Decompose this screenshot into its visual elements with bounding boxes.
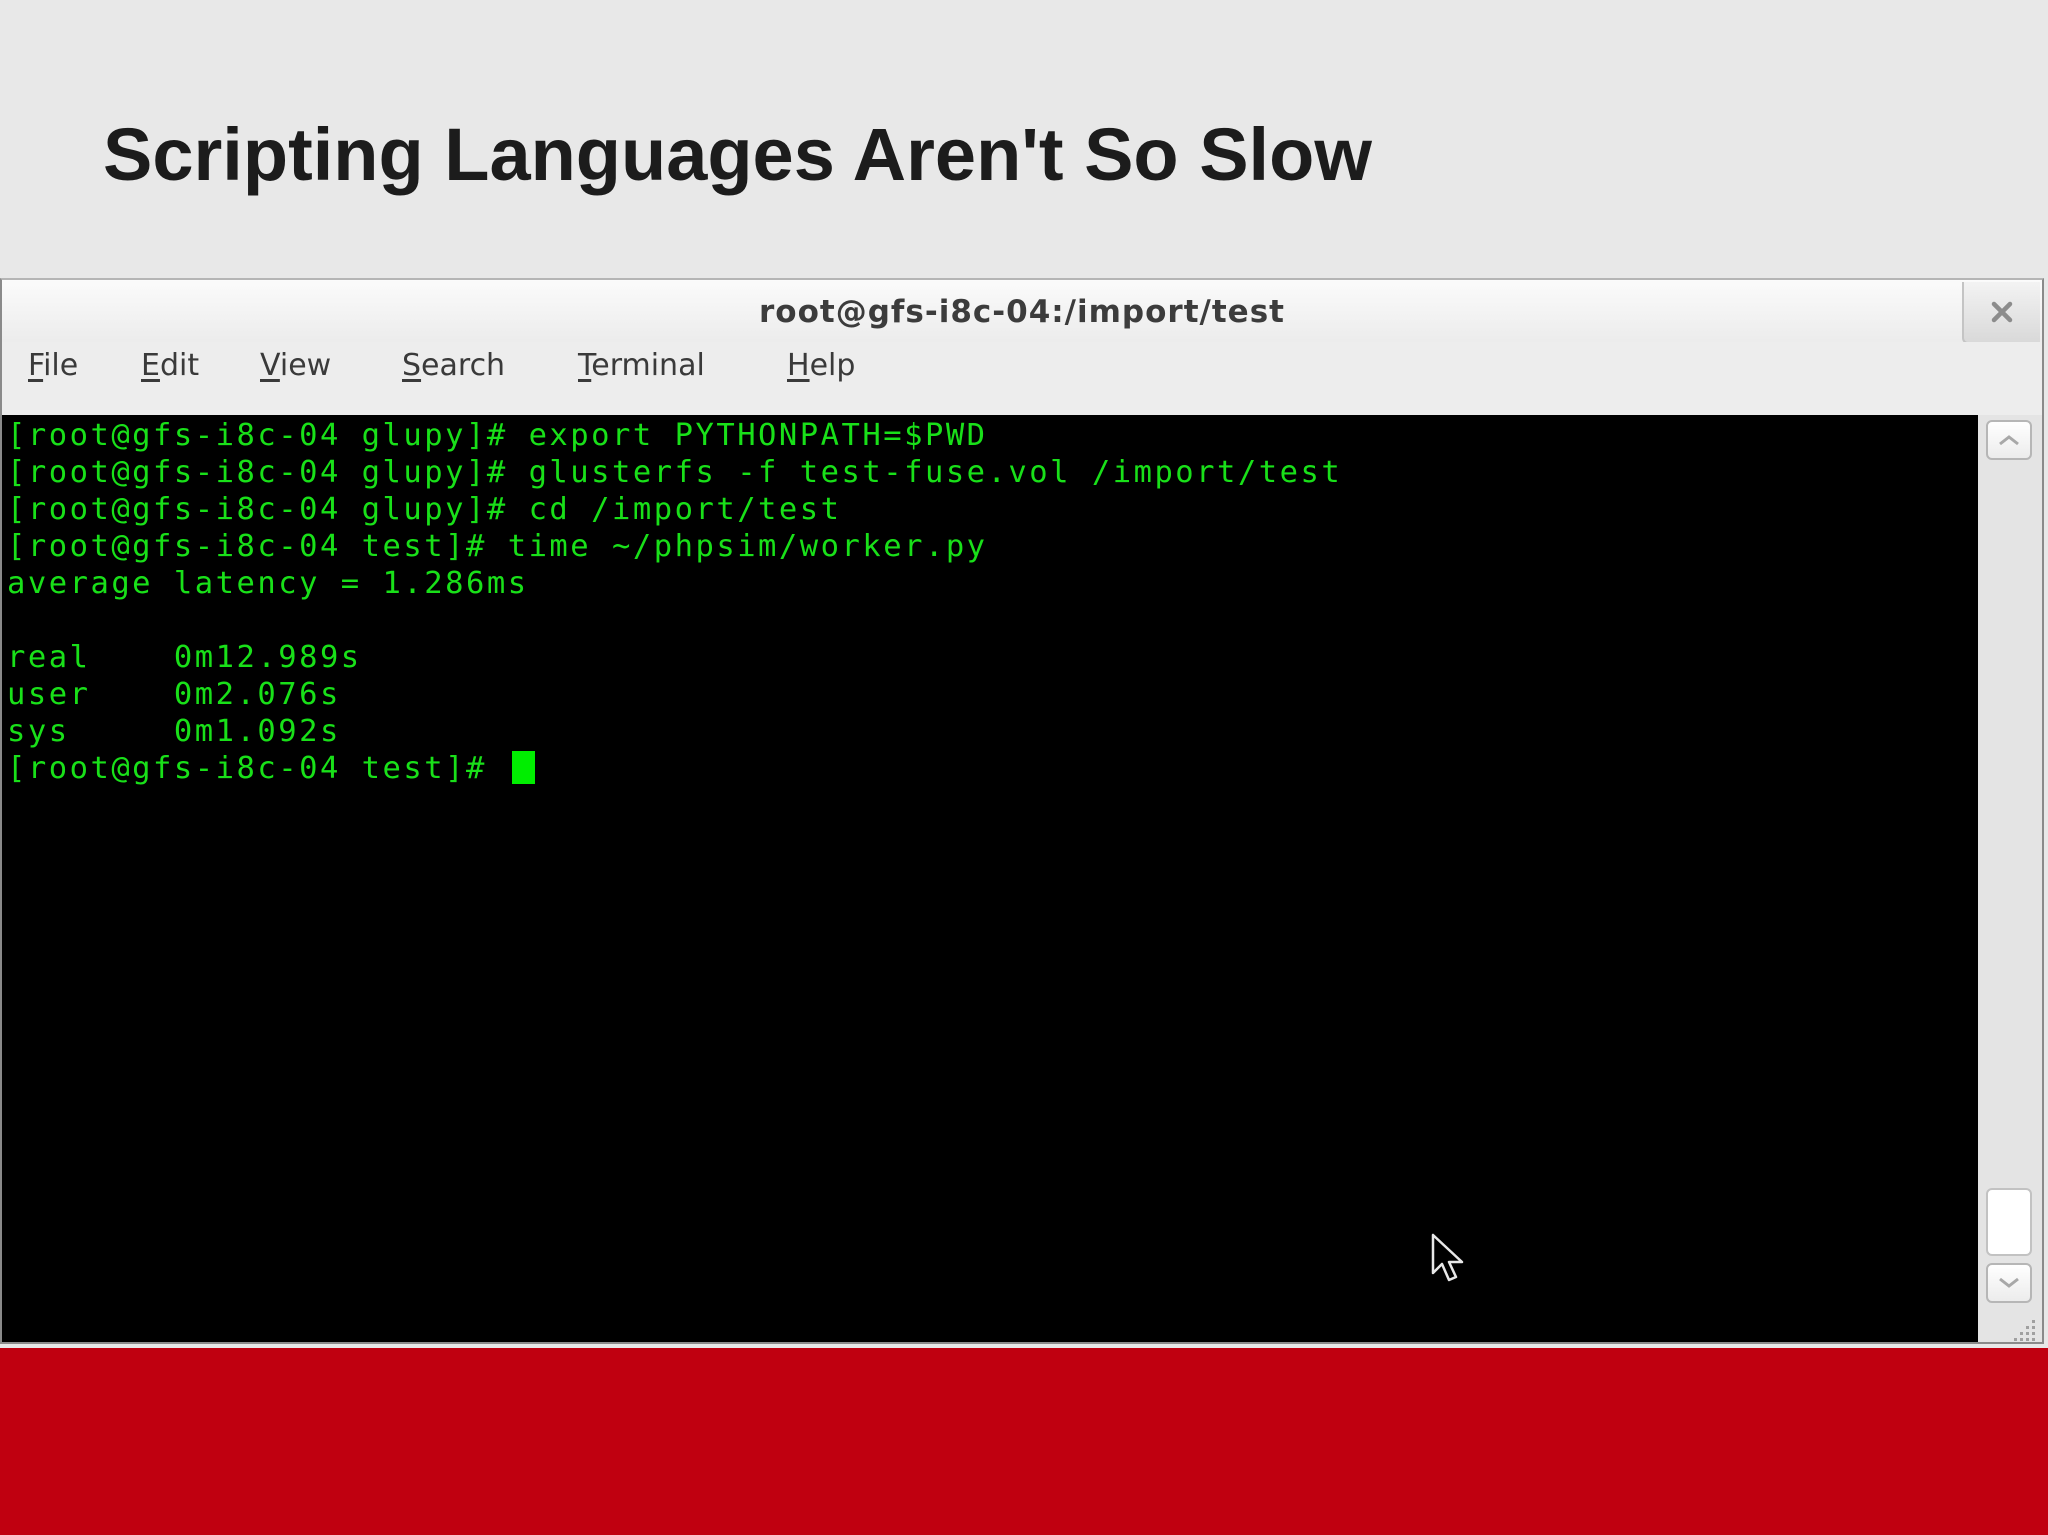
slide-title: Scripting Languages Aren't So Slow [103, 113, 1372, 196]
terminal-line: average latency = 1.286ms [7, 566, 529, 601]
chevron-down-icon [1999, 1277, 2019, 1288]
scrollbar-thumb[interactable] [1986, 1188, 2032, 1256]
vertical-scrollbar[interactable] [1978, 415, 2042, 1342]
menu-edit[interactable]: Edit [141, 348, 199, 383]
window-title: root@gfs-i8c-04:/import/test [759, 294, 1285, 330]
close-button[interactable] [1962, 282, 2040, 344]
terminal-line: [root@gfs-i8c-04 test]# time ~/phpsim/wo… [7, 529, 988, 564]
menu-view[interactable]: View [260, 348, 331, 383]
menu-search[interactable]: Search [402, 348, 505, 383]
terminal-window: root@gfs-i8c-04:/import/test File Edit V… [0, 278, 2044, 1344]
scroll-down-button[interactable] [1986, 1263, 2032, 1303]
mouse-pointer-icon [1431, 1233, 1464, 1282]
terminal-prompt: [root@gfs-i8c-04 test]# [7, 751, 508, 786]
terminal-line: real 0m12.989s [7, 640, 362, 675]
terminal-output[interactable]: [root@gfs-i8c-04 glupy]# export PYTHONPA… [2, 415, 1978, 1342]
terminal-line: [root@gfs-i8c-04 glupy]# cd /import/test [7, 492, 842, 527]
terminal-prompt-line: [root@gfs-i8c-04 test]# [7, 750, 1342, 787]
menu-help[interactable]: Help [787, 348, 855, 383]
window-titlebar[interactable]: root@gfs-i8c-04:/import/test [2, 280, 2042, 342]
close-icon [1991, 301, 2013, 323]
menu-bar: File Edit View Search Terminal Help [2, 342, 2042, 392]
chevron-up-icon [1999, 435, 2019, 446]
footer-band [0, 1348, 2048, 1535]
terminal-line: [root@gfs-i8c-04 glupy]# glusterfs -f te… [7, 455, 1343, 490]
terminal-lines: [root@gfs-i8c-04 glupy]# export PYTHONPA… [7, 417, 1342, 787]
terminal-line: sys 0m1.092s [7, 714, 341, 749]
menu-file[interactable]: File [28, 348, 78, 383]
terminal-line: [root@gfs-i8c-04 glupy]# export PYTHONPA… [7, 418, 988, 453]
text-cursor [511, 751, 535, 784]
resize-grip-icon[interactable] [2012, 1316, 2038, 1342]
terminal-line: user 0m2.076s [7, 677, 341, 712]
menu-terminal[interactable]: Terminal [578, 348, 705, 383]
scroll-up-button[interactable] [1986, 420, 2032, 460]
